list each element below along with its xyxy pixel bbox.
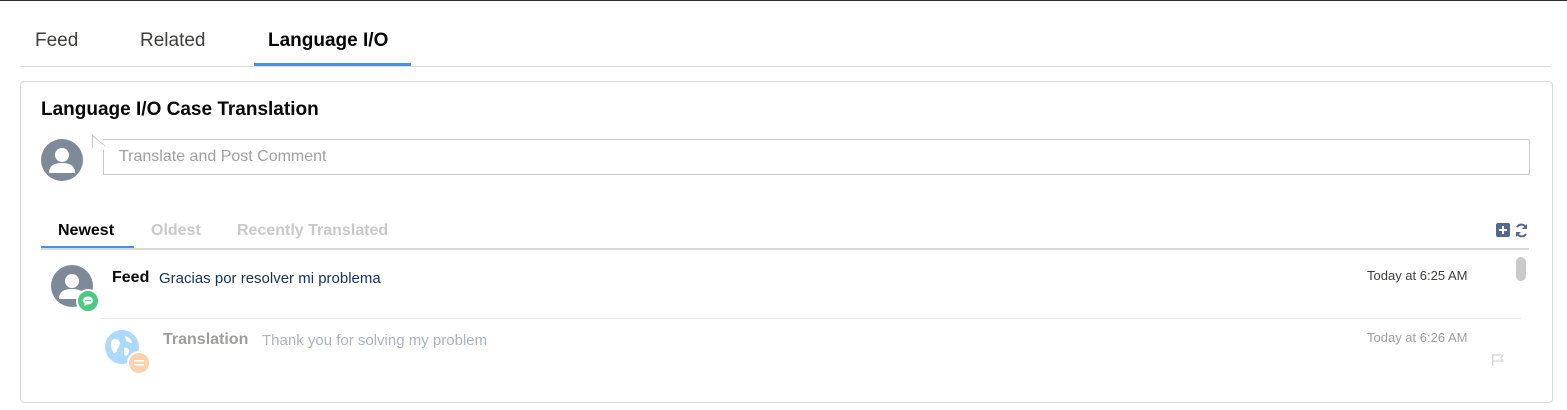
- refresh-icon[interactable]: [1514, 223, 1530, 239]
- feed-item-label: Translation: [163, 331, 249, 348]
- sort-tab-newest[interactable]: Newest: [58, 222, 114, 240]
- tab-related[interactable]: Related: [140, 26, 206, 66]
- feed-item-text: Gracias por resolver mi problema: [159, 270, 381, 287]
- tab-feed[interactable]: Feed: [35, 26, 78, 66]
- sort-tab-oldest[interactable]: Oldest: [151, 222, 201, 240]
- card-title: Language I/O Case Translation: [41, 99, 319, 120]
- chat-bubble-icon: [76, 289, 100, 313]
- translate-icon: [127, 351, 151, 375]
- feed-scrollbar[interactable]: [1514, 255, 1528, 395]
- active-tab-indicator: [254, 63, 411, 66]
- case-translation-card: Language I/O Case Translation Newest Old…: [20, 81, 1553, 403]
- feed-item-label: Feed: [112, 269, 150, 286]
- feed-item: Feed Gracias por resolver mi problema To…: [41, 250, 1511, 318]
- sort-active-indicator: [41, 246, 134, 248]
- scrollbar-thumb[interactable]: [1516, 257, 1526, 281]
- feed-sort-tabs: Newest Oldest Recently Translated: [41, 218, 1529, 250]
- translate-comment-input[interactable]: [117, 147, 1501, 167]
- translation-feed-list: Feed Gracias por resolver mi problema To…: [41, 250, 1529, 410]
- user-avatar-icon: [41, 139, 83, 181]
- tab-language-io[interactable]: Language I/O: [268, 26, 388, 66]
- record-tabs: Feed Related Language I/O: [20, 26, 1551, 67]
- flag-icon[interactable]: [1491, 353, 1505, 367]
- feed-item: Translation Thank you for solving my pro…: [41, 320, 1511, 410]
- feed-item-timestamp: Today at 6:25 AM: [1367, 268, 1468, 283]
- sort-tab-recently-translated[interactable]: Recently Translated: [237, 222, 388, 240]
- add-square-icon[interactable]: [1496, 223, 1512, 239]
- feed-item-text: Thank you for solving my problem: [262, 332, 488, 349]
- feed-divider: [101, 318, 1521, 319]
- comment-composer[interactable]: [103, 139, 1530, 175]
- feed-item-timestamp: Today at 6:26 AM: [1367, 330, 1468, 345]
- window-top-border: [0, 0, 1567, 1]
